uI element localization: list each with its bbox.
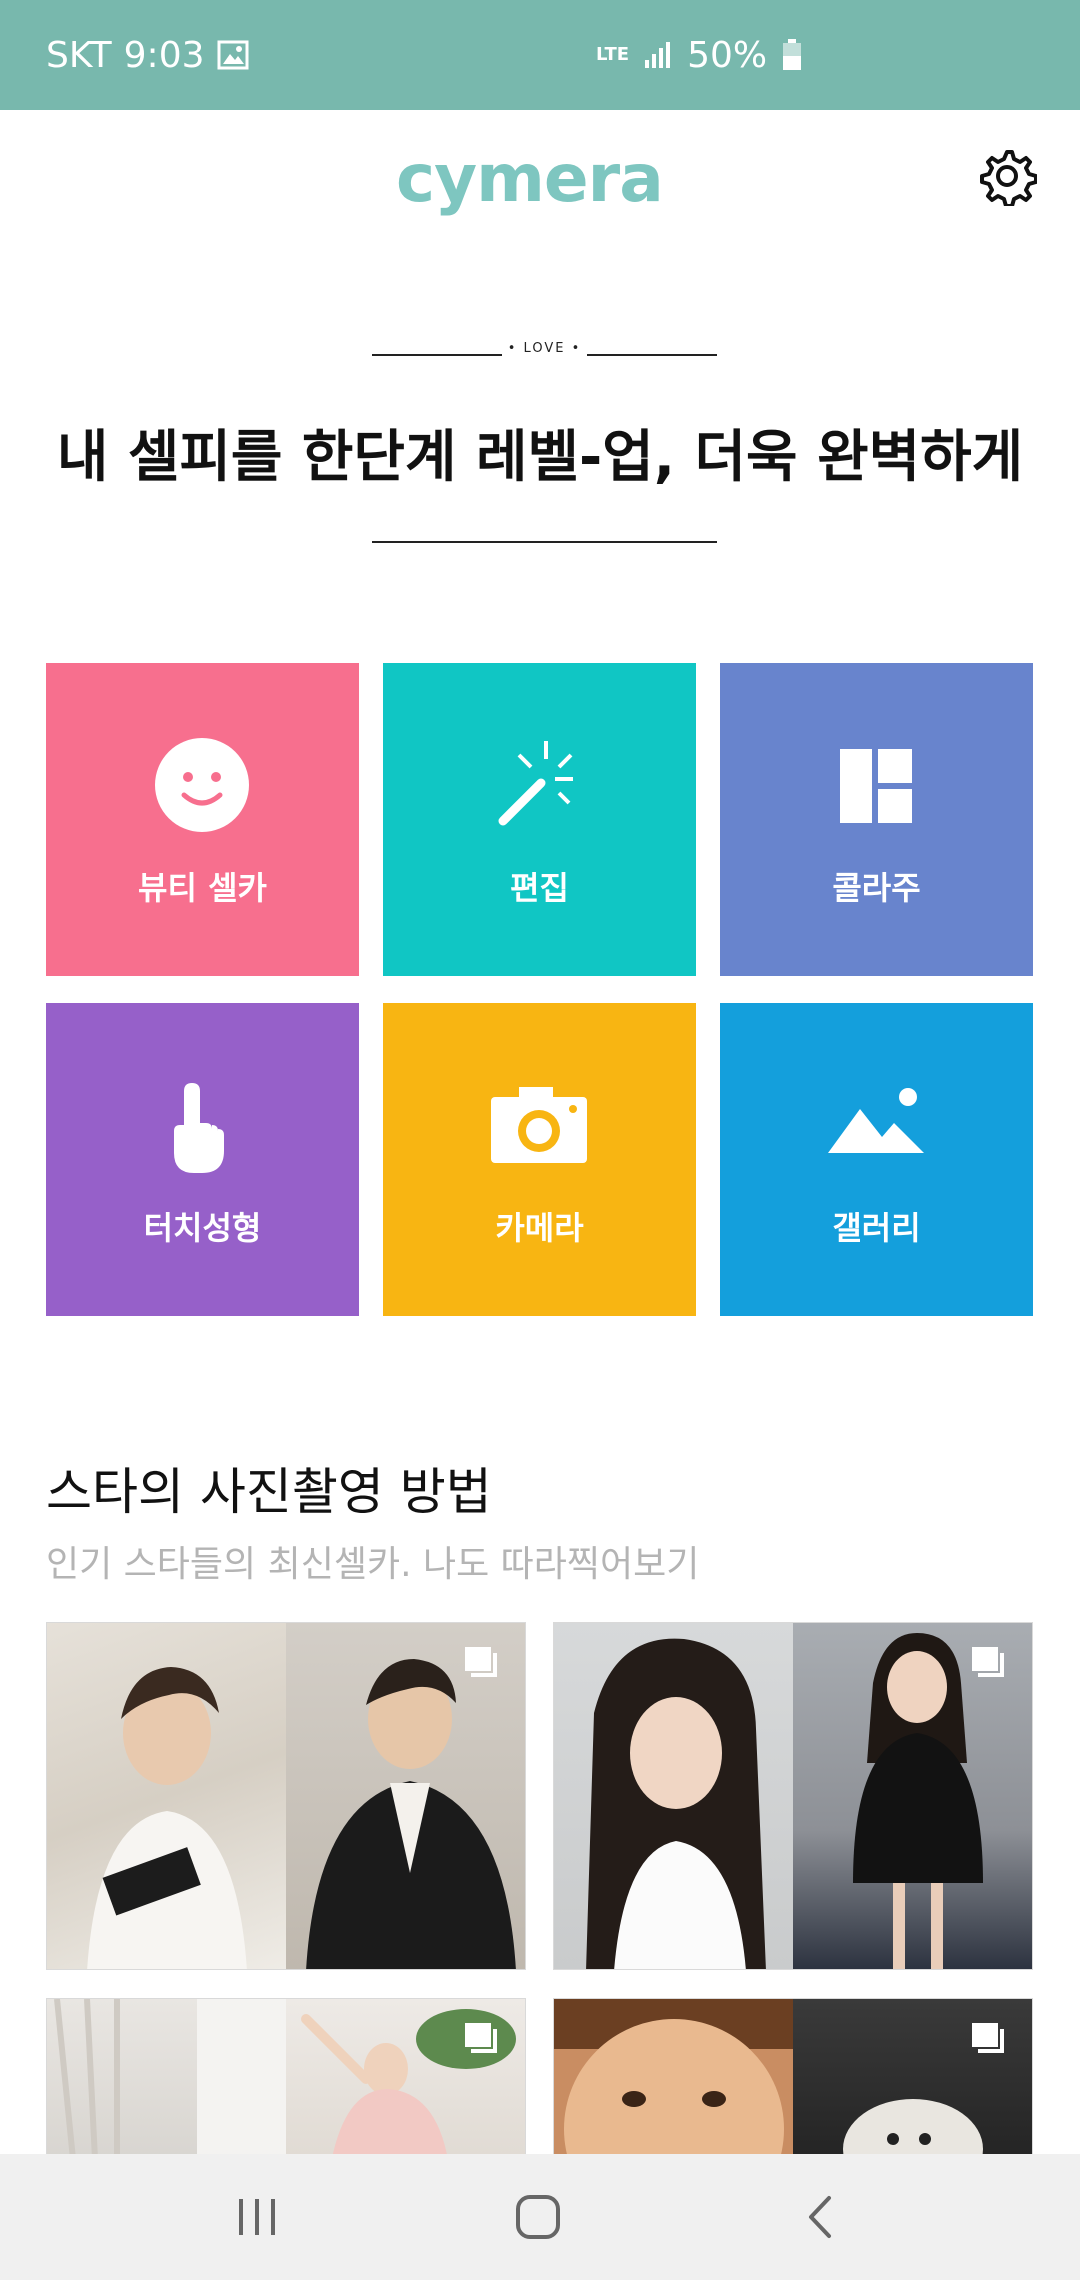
photo-image (47, 1623, 286, 1969)
back-button[interactable] (720, 2154, 920, 2280)
pointing-hand-icon (174, 1083, 224, 1173)
star-photo-card[interactable] (553, 1622, 1033, 1970)
tile-label: 콜라주 (832, 869, 921, 907)
back-icon (809, 2196, 831, 2238)
star-photo-card[interactable] (46, 1622, 526, 1970)
home-icon (516, 2195, 560, 2239)
battery-percent: 50% (687, 34, 768, 76)
multiple-photos-icon (972, 1647, 1004, 1677)
status-right: LTE 50% (596, 0, 803, 110)
app-logo: cymera (396, 140, 664, 217)
stars-section-title: 스타의 사진촬영 방법 (46, 1463, 492, 1521)
gear-icon[interactable] (977, 146, 1037, 206)
photo-image (554, 1623, 793, 1969)
tile-label: 뷰티 셀카 (138, 869, 267, 907)
mountain-landscape-icon (828, 1088, 924, 1153)
system-navigation-bar (0, 2154, 1080, 2280)
lte-icon: LTE (596, 44, 630, 65)
image-notification-icon (217, 40, 248, 70)
tile-label: 터치성형 (143, 1209, 262, 1247)
recent-apps-icon (239, 2199, 275, 2235)
divider-right (587, 354, 717, 356)
edit-tile[interactable]: 편집 (383, 663, 696, 976)
tagline-decoration: • LOVE • (372, 340, 717, 370)
recent-apps-button[interactable] (157, 2154, 357, 2280)
multiple-photos-icon (465, 2023, 497, 2053)
beauty-selfie-tile[interactable]: 뷰티 셀카 (46, 663, 359, 976)
multiple-photos-icon (465, 1647, 497, 1677)
tile-label: 갤러리 (832, 1209, 921, 1247)
collage-layout-icon (840, 749, 912, 823)
collage-tile[interactable]: 콜라주 (720, 663, 1033, 976)
status-bar: SKT 9:03 LTE 50% (0, 0, 1080, 110)
multiple-photos-icon (972, 2023, 1004, 2053)
signal-icon (645, 42, 671, 68)
camera-tile[interactable]: 카메라 (383, 1003, 696, 1316)
carrier-label: SKT (46, 34, 112, 76)
tile-label: 편집 (510, 869, 569, 907)
home-button[interactable] (438, 2154, 638, 2280)
magic-wand-icon (498, 741, 573, 826)
app-header: cymera (0, 110, 1080, 240)
gallery-tile[interactable]: 갤러리 (720, 1003, 1033, 1316)
divider-bottom (372, 541, 717, 543)
touch-reshape-tile[interactable]: 터치성형 (46, 1003, 359, 1316)
tile-label: 카메라 (495, 1209, 584, 1247)
smiley-face-icon (155, 738, 249, 832)
stars-section-subtitle: 인기 스타들의 최신셀카. 나도 따라찍어보기 (46, 1544, 700, 1585)
clock: 9:03 (123, 34, 205, 76)
camera-icon (491, 1087, 587, 1163)
status-left: SKT 9:03 (46, 0, 249, 110)
hero-headline: 내 셀피를 한단계 레벨-업, 더욱 완벽하게 (56, 425, 1024, 490)
battery-icon (783, 39, 802, 70)
